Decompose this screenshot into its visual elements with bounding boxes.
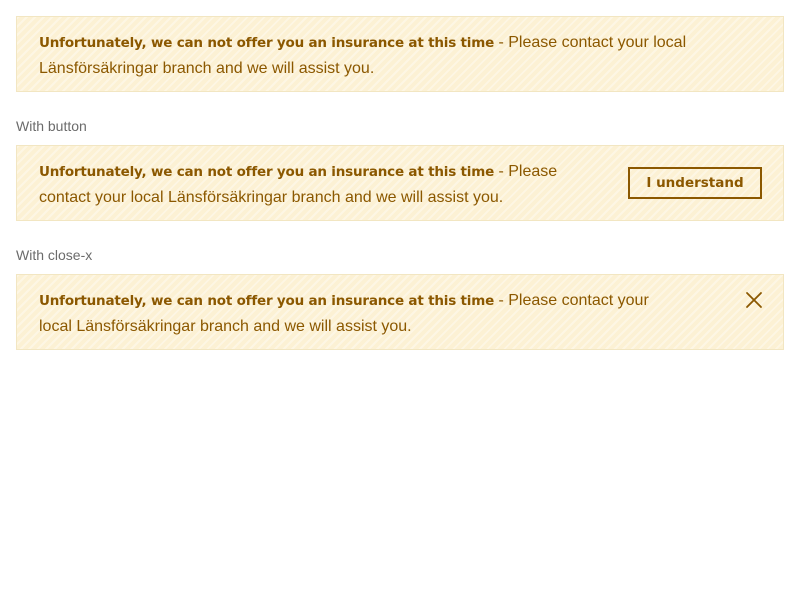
page: Unfortunately, we can not offer you an i…: [0, 0, 800, 600]
alert-message-bold: Unfortunately, we can not offer you an i…: [39, 35, 495, 51]
alert-banner-plain: Unfortunately, we can not offer you an i…: [16, 16, 784, 92]
alert-banner-with-button: Unfortunately, we can not offer you an i…: [16, 145, 784, 221]
i-understand-button[interactable]: I understand: [628, 167, 762, 199]
section-label-with-button: With button: [16, 118, 87, 134]
alert-message: Unfortunately, we can not offer you an i…: [39, 159, 579, 210]
alert-message: Unfortunately, we can not offer you an i…: [39, 30, 769, 81]
alert-message-bold: Unfortunately, we can not offer you an i…: [39, 293, 495, 309]
alert-message: Unfortunately, we can not offer you an i…: [39, 288, 649, 339]
alert-message-bold: Unfortunately, we can not offer you an i…: [39, 164, 495, 180]
close-icon: [746, 292, 762, 308]
section-label-with-close: With close-x: [16, 247, 93, 263]
close-button[interactable]: [743, 289, 765, 311]
alert-banner-with-close: Unfortunately, we can not offer you an i…: [16, 274, 784, 350]
